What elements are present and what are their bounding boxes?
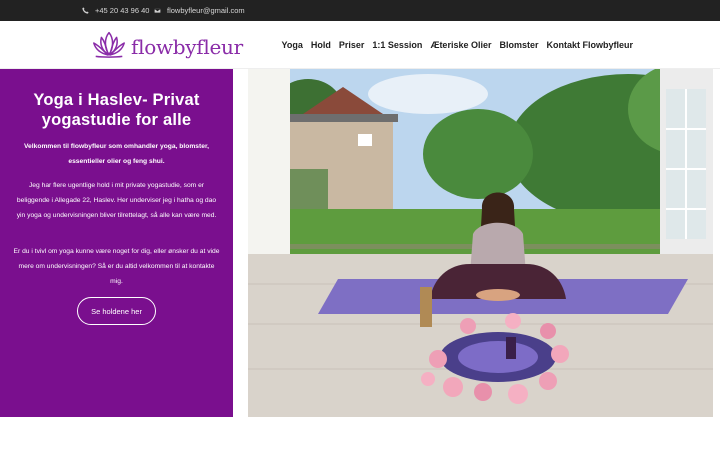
hero-panel: Yoga i Haslev- Privat yogastudie for all… (0, 69, 233, 417)
hero-title: Yoga i Haslev- Privat yogastudie for all… (33, 91, 200, 129)
see-classes-button[interactable]: Se holdene her (77, 297, 156, 325)
nav-item-priser[interactable]: Priser (339, 40, 365, 50)
top-contact-bar: +45 20 43 96 40 flowbyfleur@gmail.com (0, 0, 720, 21)
nav-item-yoga[interactable]: Yoga (282, 40, 303, 50)
site-header: flowbyfleur Yoga Hold Priser 1:1 Session… (0, 21, 720, 69)
hero-paragraph-1: Jeg har flere ugentlige hold i mit priva… (16, 182, 217, 219)
hero-intro: Velkommen til flowbyfleur som omhandler … (23, 143, 210, 165)
lotus-icon (93, 31, 125, 58)
email-address: flowbyfleur@gmail.com (167, 6, 245, 15)
hero-paragraph-2: Er du i tvivl om yoga kunne være noget f… (13, 248, 220, 285)
email-contact[interactable]: flowbyfleur@gmail.com (154, 0, 245, 21)
envelope-icon (154, 8, 161, 14)
nav-item-blomster[interactable]: Blomster (499, 40, 538, 50)
nav-item-session[interactable]: 1:1 Session (372, 40, 422, 50)
phone-number: +45 20 43 96 40 (95, 6, 150, 15)
site-logo[interactable]: flowbyfleur (90, 28, 243, 62)
nav-item-hold[interactable]: Hold (311, 40, 331, 50)
hero-photo (248, 69, 713, 417)
phone-icon (82, 7, 89, 14)
phone-contact[interactable]: +45 20 43 96 40 (82, 0, 149, 21)
nav-item-kontakt[interactable]: Kontakt Flowbyfleur (546, 40, 633, 50)
brand-name: flowbyfleur (131, 35, 243, 59)
nav-item-oils[interactable]: Æteriske Olier (430, 40, 491, 50)
main-nav: Yoga Hold Priser 1:1 Session Æteriske Ol… (282, 21, 633, 69)
